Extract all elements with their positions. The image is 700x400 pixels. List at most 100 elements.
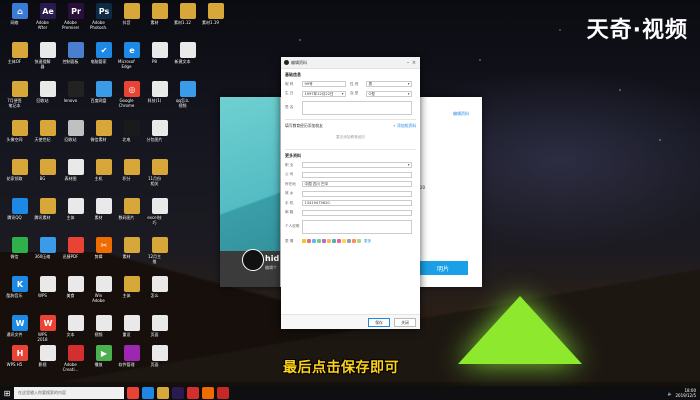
desktop-icon[interactable]: 主体 bbox=[62, 198, 90, 231]
desktop-icon[interactable]: 11月份相关 bbox=[146, 159, 174, 192]
dialog-titlebar[interactable]: 编辑资料 – × bbox=[281, 57, 420, 69]
desktop-icon[interactable]: 分包图片 bbox=[146, 120, 174, 153]
edit-profile-link[interactable]: 编辑资料 bbox=[453, 111, 469, 117]
desktop-icon[interactable]: 素材 bbox=[146, 3, 174, 36]
desktop-icon[interactable]: qq怎么视频 bbox=[174, 81, 202, 114]
phone-field[interactable]: 13419475620 bbox=[302, 200, 412, 206]
desktop-icon[interactable]: ✔ 电脑管家 bbox=[90, 42, 118, 75]
desktop-icon[interactable]: 主机 bbox=[90, 159, 118, 192]
desktop-icon[interactable]: 主体 bbox=[118, 276, 146, 309]
hometown-field[interactable] bbox=[302, 190, 412, 197]
desktop-icon[interactable]: 抖音 bbox=[118, 3, 146, 36]
taskbar-app-icon[interactable] bbox=[142, 387, 154, 399]
desktop-icon[interactable]: 素材1.19 bbox=[202, 3, 230, 36]
desktop-icon[interactable]: ◎ Google Chrome bbox=[118, 81, 146, 114]
desktop-icon[interactable]: WPS bbox=[34, 276, 62, 309]
job-select[interactable] bbox=[302, 162, 412, 168]
emoji-more-link[interactable]: 更多 bbox=[364, 239, 371, 244]
emoji-icon[interactable] bbox=[322, 239, 326, 243]
taskbar-app-icon[interactable] bbox=[127, 387, 139, 399]
emoji-icon[interactable] bbox=[332, 239, 336, 243]
desktop-icon[interactable]: 重设 bbox=[118, 315, 146, 348]
desktop-icon[interactable]: ▶ 播放 bbox=[90, 345, 118, 378]
desktop-icon[interactable]: 表材图 bbox=[62, 159, 90, 192]
avatar[interactable] bbox=[242, 249, 264, 271]
taskbar-app-icon[interactable] bbox=[217, 387, 229, 399]
desktop-icon[interactable]: 页面 bbox=[146, 315, 174, 348]
desktop-icon[interactable]: H WPS H5 bbox=[6, 345, 34, 378]
emoji-icon[interactable] bbox=[317, 239, 321, 243]
location-field[interactable]: 中国 四川 巴中 bbox=[302, 181, 412, 187]
desktop-icon[interactable]: AeAdobe After Effects CC ... bbox=[34, 3, 62, 36]
desktop-icon[interactable]: 素材 bbox=[118, 237, 146, 270]
desktop-icon[interactable]: 回收站 bbox=[34, 81, 62, 114]
emoji-icon[interactable] bbox=[302, 239, 306, 243]
save-button[interactable]: 保存 bbox=[368, 317, 390, 327]
close-button[interactable]: 关闭 bbox=[394, 317, 416, 327]
desktop-icon[interactable]: 文本 bbox=[62, 315, 90, 348]
desktop-icon[interactable]: 腾讯QQ bbox=[6, 198, 34, 231]
desktop-icon[interactable]: 12月主推 bbox=[146, 237, 174, 270]
desktop-icon[interactable]: 腾讯素材 bbox=[34, 198, 62, 231]
desktop-icon[interactable]: ⌂ 网络 bbox=[6, 3, 34, 36]
desktop-icon[interactable]: 素材 bbox=[90, 198, 118, 231]
emoji-icon[interactable] bbox=[357, 239, 361, 243]
taskbar-app-icon[interactable] bbox=[157, 387, 169, 399]
desktop-icon[interactable]: 百度网盘 bbox=[90, 81, 118, 114]
emoji-icon[interactable] bbox=[337, 239, 341, 243]
windows-start-icon[interactable]: ⊞ bbox=[0, 386, 14, 400]
desktop-icon[interactable]: 数码图片 bbox=[118, 198, 146, 231]
emoji-icon[interactable] bbox=[312, 239, 316, 243]
intro-field[interactable] bbox=[302, 219, 412, 234]
desktop-icon[interactable]: W 通讯文件 bbox=[6, 315, 34, 348]
desktop-icon[interactable]: PsAdobe Photosh... bbox=[90, 3, 118, 36]
desktop-icon[interactable]: 微信 bbox=[6, 237, 34, 270]
desktop-icon[interactable]: 视频 bbox=[90, 315, 118, 348]
desktop-icon[interactable]: 新建文本 bbox=[174, 42, 202, 75]
desktop-icon[interactable]: P8 bbox=[146, 42, 174, 75]
desktop-icon[interactable]: 360压缩 bbox=[34, 237, 62, 270]
email-field[interactable] bbox=[302, 209, 412, 216]
desktop-icon[interactable]: 素材1.12 bbox=[174, 3, 202, 36]
emoji-icon[interactable] bbox=[352, 239, 356, 243]
desktop-icon[interactable]: BG bbox=[34, 159, 62, 192]
desktop-icon[interactable]: Adobe Creati... bbox=[62, 345, 90, 378]
desktop-icon[interactable]: 控制面板 bbox=[62, 42, 90, 75]
close-icon[interactable]: × bbox=[411, 60, 417, 66]
emoji-icon[interactable] bbox=[307, 239, 311, 243]
desktop-icon[interactable]: e Microsoft Edge bbox=[118, 42, 146, 75]
desktop-icon[interactable]: 迅捷PDF bbox=[62, 237, 90, 270]
speaker-icon[interactable]: 🔈 bbox=[668, 391, 673, 396]
desktop-icon[interactable]: 北电 bbox=[118, 120, 146, 153]
desktop-icon[interactable]: excel技巧 bbox=[146, 198, 174, 231]
add-education-link[interactable]: + 添加校资料 bbox=[393, 123, 416, 129]
emoji-icon[interactable] bbox=[347, 239, 351, 243]
desktop-icon[interactable]: 积分 bbox=[118, 159, 146, 192]
clock[interactable]: 18:00 2019/12/5 bbox=[675, 388, 696, 398]
desktop-icon[interactable]: Win Adobe bbox=[90, 276, 118, 309]
birthday-select[interactable]: 1997年12月22日 bbox=[302, 90, 346, 97]
desktop-icon[interactable]: K 酷狗音乐 bbox=[6, 276, 34, 309]
emoji-icon[interactable] bbox=[342, 239, 346, 243]
nickname-field[interactable]: 99号 bbox=[302, 81, 346, 87]
desktop-icon[interactable]: 花家领取 bbox=[6, 159, 34, 192]
desktop-icon[interactable]: 科技(1) bbox=[146, 81, 174, 114]
desktop-icon[interactable]: 天使世纪 bbox=[34, 120, 62, 153]
blood-type-select[interactable]: O型 bbox=[366, 90, 412, 97]
signature-field[interactable] bbox=[302, 100, 412, 115]
desktop-icon[interactable]: W WPS 2018 bbox=[34, 315, 62, 348]
gender-select[interactable]: 男 bbox=[366, 81, 412, 87]
emoji-icon[interactable] bbox=[327, 239, 331, 243]
desktop-icon[interactable]: 回收站 bbox=[62, 120, 90, 153]
taskbar-app-icon[interactable] bbox=[172, 387, 184, 399]
search-input[interactable]: 在这里输入你要搜索的内容 bbox=[14, 387, 124, 399]
taskbar-app-icon[interactable] bbox=[187, 387, 199, 399]
desktop-icon[interactable]: 怎么 bbox=[146, 276, 174, 309]
desktop-icon[interactable]: 主体OF bbox=[6, 42, 34, 75]
company-field[interactable] bbox=[302, 171, 412, 178]
desktop-icon[interactable]: 软件管理 bbox=[118, 345, 146, 378]
desktop-icon[interactable]: 微信素材 bbox=[90, 120, 118, 153]
desktop-icon[interactable]: ✂ 剪辑 bbox=[90, 237, 118, 270]
desktop-icon[interactable]: 快速搜解器 bbox=[34, 42, 62, 75]
desktop-icon[interactable]: 头像空间 bbox=[6, 120, 34, 153]
